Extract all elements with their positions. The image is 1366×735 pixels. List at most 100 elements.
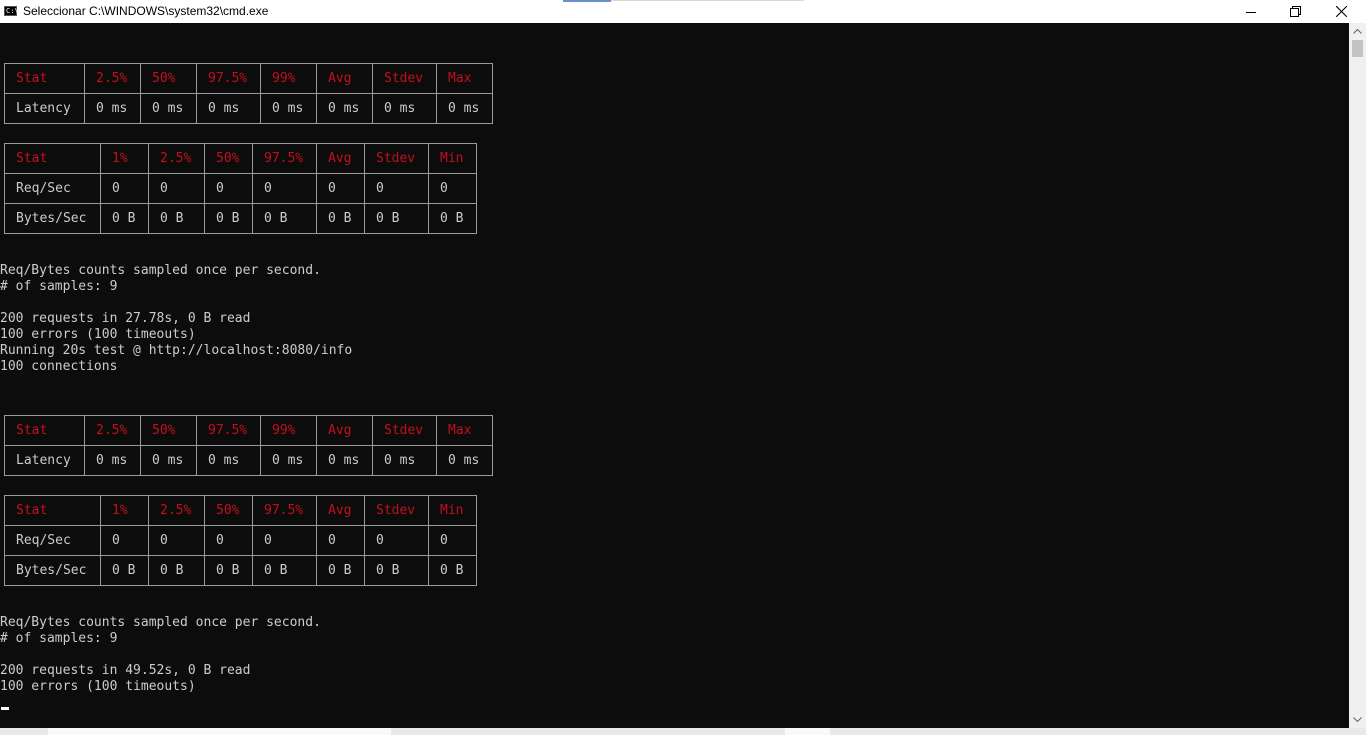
latency-table: Stat 2.5% 50% 97.5% 99% Avg Stdev Max La… [4,415,493,476]
output-line: 200 requests in 49.52s, 0 B read [0,663,251,678]
output-line: 200 requests in 27.78s, 0 B read [0,311,251,326]
table-cell: 0 B [316,203,365,234]
scroll-down-button[interactable] [1349,711,1366,728]
text-cursor [1,707,9,710]
output-line: 100 errors (100 timeouts) [0,679,196,694]
table-header-cell: Max [436,415,493,446]
table-header-cell: Stdev [364,143,429,174]
table-header-cell: Max [436,63,493,94]
table-cell: 0 B [204,203,253,234]
table-cell: 0 B [148,203,205,234]
table-cell: 0 [100,525,149,556]
table-header-cell: Avg [316,63,373,94]
table-cell: 0 ms [196,93,261,124]
table-header-row: Stat 1% 2.5% 50% 97.5% Avg Stdev Min [4,495,477,526]
table-cell: 0 ms [140,445,197,476]
table-header-row: Stat 2.5% 50% 97.5% 99% Avg Stdev Max [4,63,493,94]
chevron-down-icon [1353,717,1362,722]
table-row: Latency 0 ms 0 ms 0 ms 0 ms 0 ms 0 ms 0 … [4,445,493,476]
table-header-cell: 97.5% [196,415,261,446]
table-cell: 0 [204,173,253,204]
latency-table: Stat 2.5% 50% 97.5% 99% Avg Stdev Max La… [4,63,493,124]
table-cell: 0 ms [316,93,373,124]
table-cell: 0 [204,525,253,556]
table-cell: 0 B [148,555,205,586]
table-header-cell: Stdev [364,495,429,526]
console-output[interactable]: Stat 2.5% 50% 97.5% 99% Avg Stdev Max La… [0,23,1349,728]
table-row: Req/Sec 0 0 0 0 0 0 0 [4,173,477,204]
table-cell: 0 ms [196,445,261,476]
output-line: # of samples: 9 [0,631,118,646]
table-header-cell: 50% [204,495,253,526]
scroll-up-button[interactable] [1349,23,1366,40]
table-header-cell: 1% [100,495,149,526]
output-line: Req/Bytes counts sampled once per second… [0,615,321,630]
minimize-button[interactable] [1228,0,1274,23]
table-header-cell: Avg [316,495,365,526]
table-header-cell: Stdev [372,415,437,446]
table-cell: 0 B [428,203,477,234]
table-cell: 0 [252,173,317,204]
throughput-table: Stat 1% 2.5% 50% 97.5% Avg Stdev Min Req… [4,143,477,234]
table-cell: 0 B [100,203,149,234]
title-accent-line [611,0,804,1]
table-cell: Req/Sec [4,525,101,556]
table-header-cell: 2.5% [148,143,205,174]
table-header-cell: 97.5% [196,63,261,94]
table-header-cell: Stat [4,143,101,174]
table-cell: 0 [364,525,429,556]
table-cell: 0 [316,173,365,204]
table-header-cell: Stdev [372,63,437,94]
taskbar-strip [0,728,1366,735]
table-cell: 0 B [364,555,429,586]
table-cell: 0 ms [436,93,493,124]
table-cell: 0 [428,525,477,556]
table-row: Req/Sec 0 0 0 0 0 0 0 [4,525,477,556]
table-cell: 0 ms [316,445,373,476]
close-button[interactable] [1318,0,1364,23]
taskbar-segment [48,728,391,735]
table-cell: 0 ms [372,93,437,124]
table-cell: 0 ms [372,445,437,476]
table-cell: 0 B [204,555,253,586]
table-cell: Bytes/Sec [4,555,101,586]
scrollbar-thumb[interactable] [1352,40,1363,57]
close-icon [1335,6,1347,17]
table-row: Latency 0 ms 0 ms 0 ms 0 ms 0 ms 0 ms 0 … [4,93,493,124]
title-accent [563,0,611,2]
table-header-cell: Min [428,143,477,174]
table-cell: 0 B [100,555,149,586]
table-cell: 0 [252,525,317,556]
cmd-icon: C:\ [4,6,19,16]
title-bar[interactable]: C:\ Seleccionar C:\WINDOWS\system32\cmd.… [0,0,1366,23]
table-cell: 0 [364,173,429,204]
table-cell: Latency [4,93,85,124]
table-cell: 0 [100,173,149,204]
output-line: 100 errors (100 timeouts) [0,327,196,342]
taskbar-segment [785,728,830,735]
output-line: 100 connections [0,359,118,374]
table-header-row: Stat 2.5% 50% 97.5% 99% Avg Stdev Max [4,415,493,446]
table-header-cell: Stat [4,63,85,94]
table-header-cell: 50% [140,63,197,94]
output-line: Running 20s test @ http://localhost:8080… [0,343,353,358]
window-title: Seleccionar C:\WINDOWS\system32\cmd.exe [23,4,269,18]
table-cell: 0 [316,525,365,556]
table-cell: Latency [4,445,85,476]
cmd-icon-label: C:\ [6,7,19,15]
table-cell: 0 B [252,555,317,586]
maximize-button[interactable] [1272,0,1318,23]
table-cell: 0 ms [260,93,317,124]
table-cell: 0 B [252,203,317,234]
table-cell: 0 ms [436,445,493,476]
chevron-up-icon [1353,29,1362,34]
vertical-scrollbar[interactable] [1349,23,1366,728]
table-header-cell: 99% [260,415,317,446]
table-header-cell: Min [428,495,477,526]
table-cell: 0 B [364,203,429,234]
table-cell: Bytes/Sec [4,203,101,234]
table-row: Bytes/Sec 0 B 0 B 0 B 0 B 0 B 0 B 0 B [4,555,477,586]
restore-icon [1289,6,1301,17]
output-line: # of samples: 9 [0,279,118,294]
table-header-cell: Avg [316,415,373,446]
